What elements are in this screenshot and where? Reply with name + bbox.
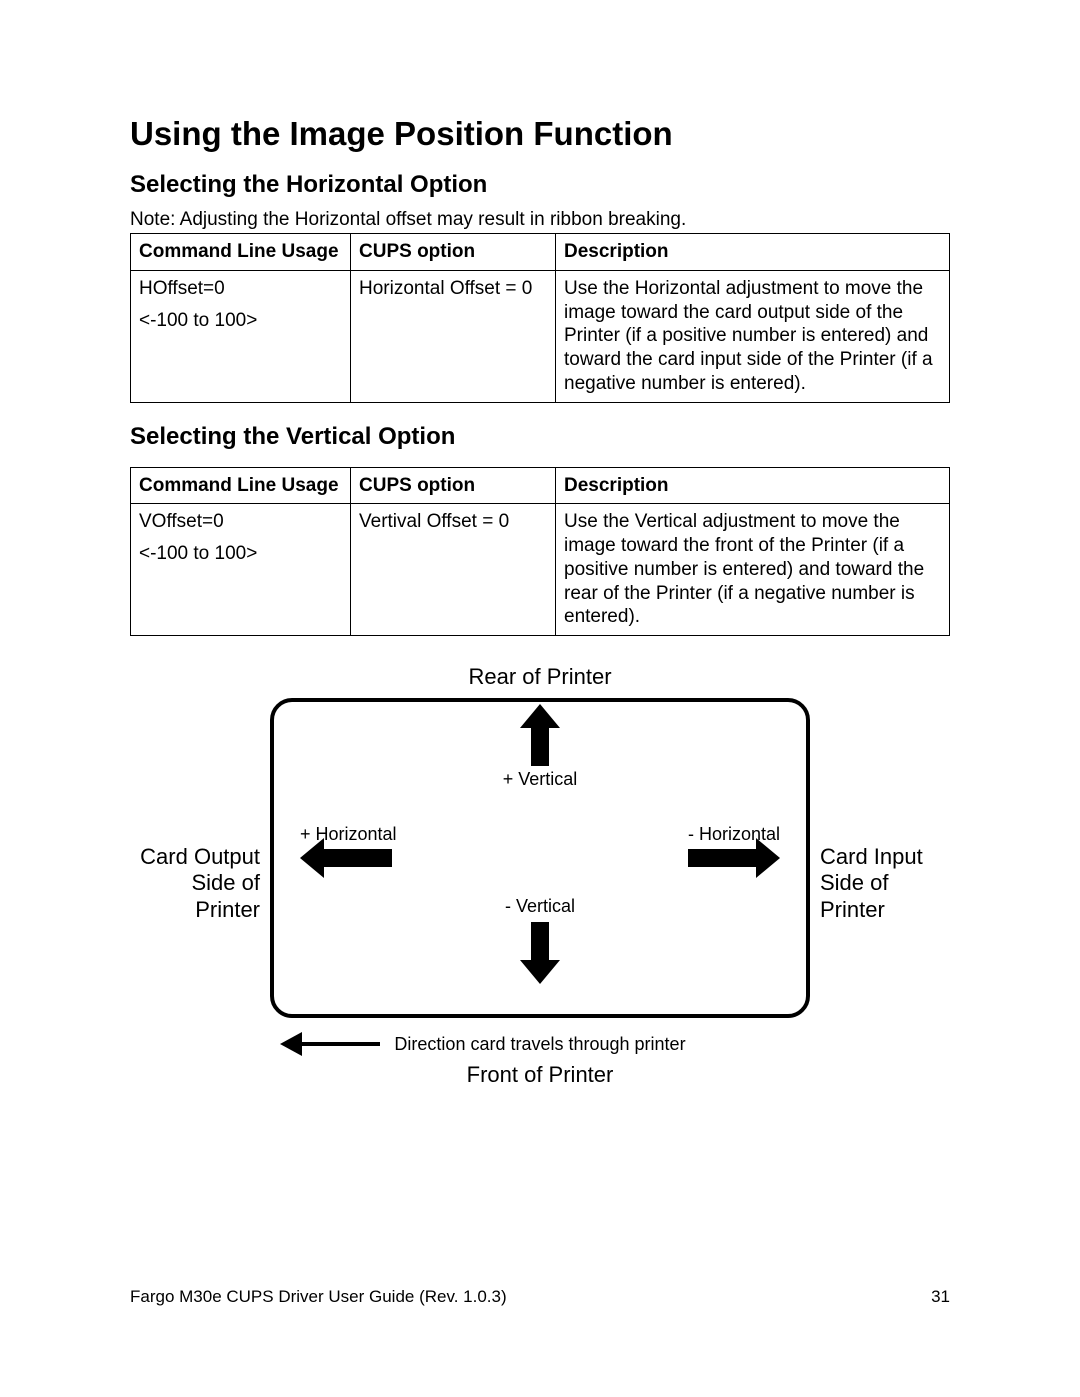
- direction-arrow-shaft: [300, 1042, 380, 1046]
- card-output-l2: Side of Printer: [192, 870, 261, 921]
- td-cups-option: Horizontal Offset = 0: [351, 270, 556, 402]
- table-row: VOffset=0 <-100 to 100> Vertival Offset …: [131, 504, 950, 636]
- th-command-line: Command Line Usage: [131, 234, 351, 271]
- printer-diagram: Rear of Printer Card Output Side of Prin…: [130, 664, 950, 1104]
- arrow-right-shaft: [688, 849, 758, 867]
- section-heading-vertical: Selecting the Vertical Option: [130, 423, 950, 451]
- th-description: Description: [556, 234, 950, 271]
- th-cups-option: CUPS option: [351, 467, 556, 504]
- page-footer: Fargo M30e CUPS Driver User Guide (Rev. …: [130, 1287, 950, 1307]
- td-description: Use the Horizontal adjustment to move th…: [556, 270, 950, 402]
- horizontal-option-table: Command Line Usage CUPS option Descripti…: [130, 233, 950, 403]
- card-output-l1: Card Output: [140, 844, 260, 869]
- td-cups-option: Vertival Offset = 0: [351, 504, 556, 636]
- arrow-down-icon: [520, 960, 560, 984]
- cmd-value: VOffset=0: [139, 511, 224, 532]
- page-number: 31: [931, 1287, 950, 1307]
- arrow-left-shaft: [322, 849, 392, 867]
- document-page: Using the Image Position Function Select…: [0, 0, 1080, 1397]
- td-command-line: HOffset=0 <-100 to 100>: [131, 270, 351, 402]
- vertical-option-table: Command Line Usage CUPS option Descripti…: [130, 467, 950, 637]
- cmd-range: <-100 to 100>: [139, 542, 342, 566]
- card-input-l1: Card Input: [820, 844, 923, 869]
- arrow-left-icon: [300, 838, 324, 878]
- card-input-l2: Side of Printer: [820, 870, 889, 921]
- note-text: Note: Adjusting the Horizontal offset ma…: [130, 209, 950, 231]
- th-description: Description: [556, 467, 950, 504]
- arrow-right-icon: [756, 838, 780, 878]
- cmd-range: <-100 to 100>: [139, 309, 342, 333]
- section-heading-horizontal: Selecting the Horizontal Option: [130, 171, 950, 199]
- direction-arrow-icon: [280, 1032, 302, 1056]
- arrow-up-shaft: [531, 724, 549, 766]
- page-title: Using the Image Position Function: [130, 115, 950, 153]
- card-input-label: Card Input Side of Printer: [820, 844, 950, 923]
- th-command-line: Command Line Usage: [131, 467, 351, 504]
- cmd-value: HOffset=0: [139, 278, 225, 299]
- rear-label: Rear of Printer: [468, 664, 611, 690]
- td-command-line: VOffset=0 <-100 to 100>: [131, 504, 351, 636]
- table-row: HOffset=0 <-100 to 100> Horizontal Offse…: [131, 270, 950, 402]
- direction-label: Direction card travels through printer: [394, 1034, 685, 1055]
- footer-title: Fargo M30e CUPS Driver User Guide (Rev. …: [130, 1287, 507, 1307]
- table-header-row: Command Line Usage CUPS option Descripti…: [131, 467, 950, 504]
- td-description: Use the Vertical adjustment to move the …: [556, 504, 950, 636]
- front-label: Front of Printer: [467, 1062, 614, 1088]
- th-cups-option: CUPS option: [351, 234, 556, 271]
- plus-vertical-label: + Vertical: [503, 769, 578, 790]
- minus-vertical-label: - Vertical: [505, 896, 575, 917]
- arrow-down-shaft: [531, 922, 549, 964]
- table-header-row: Command Line Usage CUPS option Descripti…: [131, 234, 950, 271]
- card-output-label: Card Output Side of Printer: [130, 844, 260, 923]
